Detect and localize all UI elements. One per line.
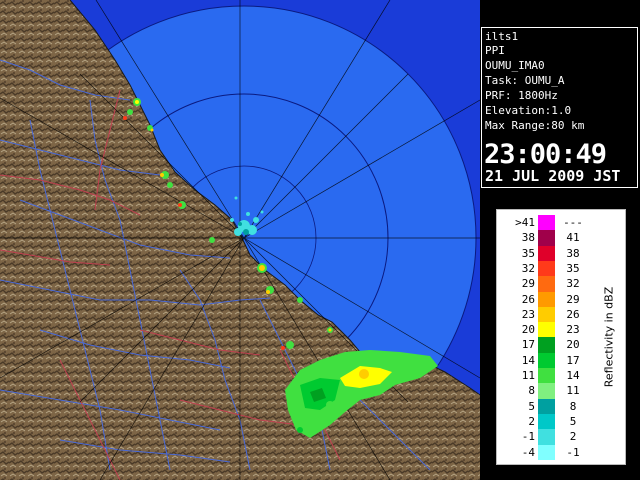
legend-high-value: 11 [566, 384, 580, 398]
legend-low-value: 5 [528, 399, 535, 413]
legend-swatch [538, 352, 555, 369]
legend-low-value: 32 [521, 261, 535, 275]
legend-high-value: 35 [566, 261, 580, 275]
scan-time: 23:00:49 [484, 139, 607, 170]
legend-swatch [538, 306, 555, 323]
legend-low-value: 17 [521, 338, 535, 352]
info-panel: ilts1 PPI OUMU_IMA0 Task: OUMU_A PRF: 18… [481, 27, 638, 188]
legend-swatch [538, 245, 555, 262]
legend-low-value: 20 [521, 323, 535, 337]
legend-high-value: -1 [566, 445, 580, 459]
legend-high-value: 20 [566, 338, 580, 352]
legend-row: 58 [497, 398, 625, 415]
legend-swatch [538, 383, 555, 399]
product-type: PPI [485, 44, 505, 57]
legend-low-value: -1 [521, 430, 535, 444]
legend-high-value: 26 [566, 307, 580, 321]
legend-high-value: 23 [566, 323, 580, 337]
legend-swatch [538, 398, 555, 415]
product-name: OUMU_IMA0 [485, 59, 545, 72]
legend-row: >41 --- [497, 215, 625, 231]
legend-swatch [538, 291, 555, 307]
legend-high-value: 41 [566, 231, 580, 245]
legend-high-value: 14 [566, 369, 580, 382]
legend-row: 32 35 [497, 260, 625, 277]
legend-low-value: 26 [521, 292, 535, 306]
legend-high-value: 38 [566, 246, 580, 260]
legend-swatch [538, 322, 555, 338]
legend-low-value: 11 [521, 369, 535, 382]
legend-high-value: 2 [569, 430, 577, 444]
legend-low-value: 29 [521, 277, 535, 291]
legend-high-value: 32 [566, 277, 580, 291]
legend-swatch [538, 429, 555, 445]
max-range-label: Max Range:80 km [485, 119, 585, 132]
legend-high-value: 5 [569, 414, 577, 428]
legend-low-value: 35 [521, 246, 535, 260]
legend-low-value: 8 [528, 384, 535, 398]
legend-low-value: 23 [521, 307, 535, 321]
legend-low-value: 38 [521, 231, 535, 245]
legend-row: 35 38 [497, 245, 625, 262]
legend-swatch [538, 368, 555, 384]
legend-swatch [538, 413, 555, 430]
radar-map [0, 0, 480, 480]
legend-row: -4 -1 [497, 444, 625, 460]
legend-high-value: --- [563, 216, 583, 229]
legend-swatch [538, 215, 555, 231]
reflectivity-legend: >41 --- 38 41 35 38 32 35 29 32 26 29 23 26 20 23 17 20 14… [496, 209, 626, 465]
legend-low-value: 2 [528, 414, 535, 428]
scan-date: 21 JUL 2009 JST [485, 167, 621, 185]
legend-low-value: -4 [521, 445, 535, 459]
legend-swatch [538, 337, 555, 353]
legend-high-value: 8 [569, 399, 577, 413]
legend-row: 25 [497, 413, 625, 430]
prf-label: PRF: 1800Hz [485, 89, 558, 102]
legend-low-value: >41 [515, 216, 535, 229]
legend-high-value: 17 [566, 353, 580, 367]
legend-row: 38 41 [497, 230, 625, 246]
legend-swatch [538, 230, 555, 246]
legend-title: Reflectivity in dBZ [602, 286, 616, 388]
legend-row: -1 2 [497, 429, 625, 445]
legend-high-value: 29 [566, 292, 580, 306]
task-label: Task: OUMU_A [485, 74, 565, 87]
elevation-label: Elevation:1.0 [485, 104, 572, 117]
legend-swatch [538, 260, 555, 277]
legend-swatch [538, 276, 555, 292]
legend-low-value: 14 [521, 353, 535, 367]
site-name: ilts1 [485, 30, 519, 43]
legend-swatch [538, 444, 555, 460]
